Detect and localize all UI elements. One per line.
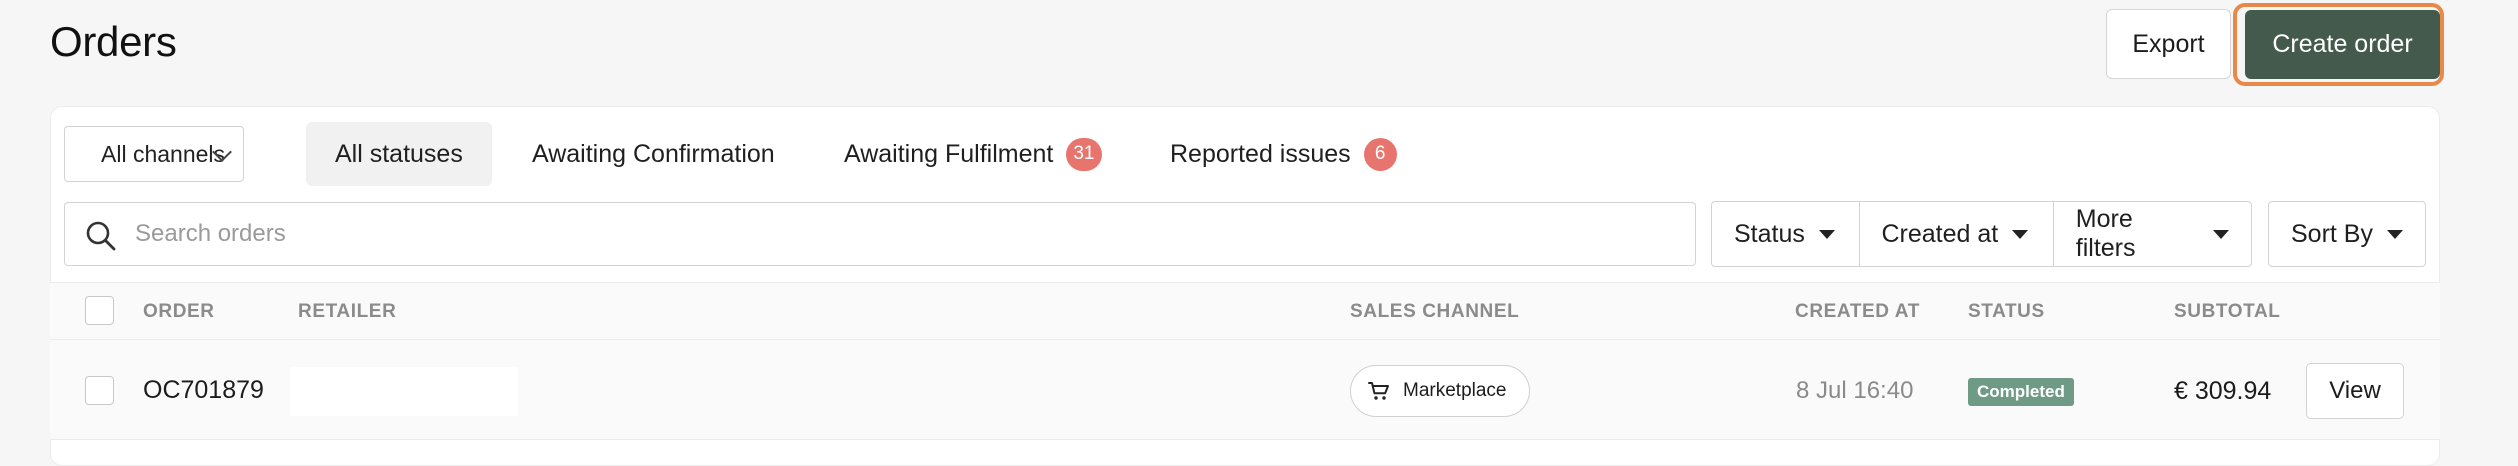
- caret-down-icon: [2213, 229, 2230, 239]
- search-icon: [86, 221, 116, 251]
- table-header: ORDER RETAILER SALES CHANNEL CREATED AT …: [50, 282, 2440, 340]
- created-at-value: 8 Jul 16:40: [1796, 377, 1914, 404]
- caret-down-icon: [2386, 229, 2403, 239]
- column-header-order[interactable]: ORDER: [143, 301, 215, 323]
- more-filters-button[interactable]: More filters: [2054, 202, 2251, 266]
- column-header-retailer[interactable]: RETAILER: [298, 301, 396, 323]
- table-row[interactable]: OC701879 Marketplace 8 Jul 16:40 Complet…: [50, 340, 2440, 440]
- tab-label: Reported issues: [1170, 139, 1351, 168]
- tab-reported-issues[interactable]: Reported issues 6: [1141, 122, 1426, 186]
- sort-label: Sort By: [2291, 219, 2373, 248]
- tab-awaiting-confirmation[interactable]: Awaiting Confirmation: [503, 122, 804, 186]
- search-input[interactable]: [135, 211, 1675, 257]
- column-header-subtotal[interactable]: SUBTOTAL: [2174, 301, 2280, 323]
- search-box[interactable]: [64, 202, 1696, 266]
- filter-label: Status: [1734, 219, 1805, 248]
- status-filter-button[interactable]: Status: [1712, 202, 1860, 266]
- row-checkbox[interactable]: [85, 376, 114, 405]
- order-id: OC701879: [143, 376, 264, 404]
- page-title: Orders: [50, 18, 177, 65]
- view-button[interactable]: View: [2306, 363, 2404, 419]
- sort-group: Sort By: [2268, 201, 2426, 267]
- subtotal-value: € 309.94: [2174, 377, 2272, 405]
- column-header-sales-channel[interactable]: SALES CHANNEL: [1350, 301, 1519, 323]
- count-badge: 31: [1066, 137, 1102, 171]
- created-at-filter-button[interactable]: Created at: [1860, 202, 2054, 266]
- retailer-cell: [290, 367, 518, 416]
- tab-all-statuses[interactable]: All statuses: [306, 122, 492, 186]
- create-order-button[interactable]: Create order: [2245, 10, 2440, 79]
- cart-icon: [1368, 382, 1389, 400]
- status-badge: Completed: [1968, 378, 2074, 406]
- channel-select[interactable]: All channels: [64, 126, 244, 182]
- tab-label: Awaiting Confirmation: [532, 139, 775, 168]
- sort-by-button[interactable]: Sort By: [2269, 202, 2425, 266]
- filter-group: Status Created at More filters: [1711, 201, 2252, 267]
- caret-down-icon: [2012, 229, 2029, 239]
- tab-label: Awaiting Fulfilment: [844, 139, 1054, 168]
- column-header-created-at[interactable]: CREATED AT: [1795, 301, 1920, 323]
- sales-channel-chip: Marketplace: [1350, 365, 1530, 417]
- tab-awaiting-fulfilment[interactable]: Awaiting Fulfilment 31: [815, 122, 1131, 186]
- filter-label: More filters: [2075, 205, 2136, 262]
- select-all-checkbox[interactable]: [85, 296, 114, 325]
- channel-select-value: All channels: [101, 140, 226, 167]
- page-header: Orders Export Create order: [0, 0, 2518, 100]
- count-badge: 6: [1363, 137, 1397, 171]
- tab-label: All statuses: [335, 139, 463, 168]
- export-button[interactable]: Export: [2106, 9, 2231, 79]
- column-header-status[interactable]: STATUS: [1968, 301, 2045, 323]
- sales-channel-label: Marketplace: [1403, 380, 1507, 401]
- caret-down-icon: [1818, 229, 1835, 239]
- filter-label: Created at: [1881, 219, 1999, 248]
